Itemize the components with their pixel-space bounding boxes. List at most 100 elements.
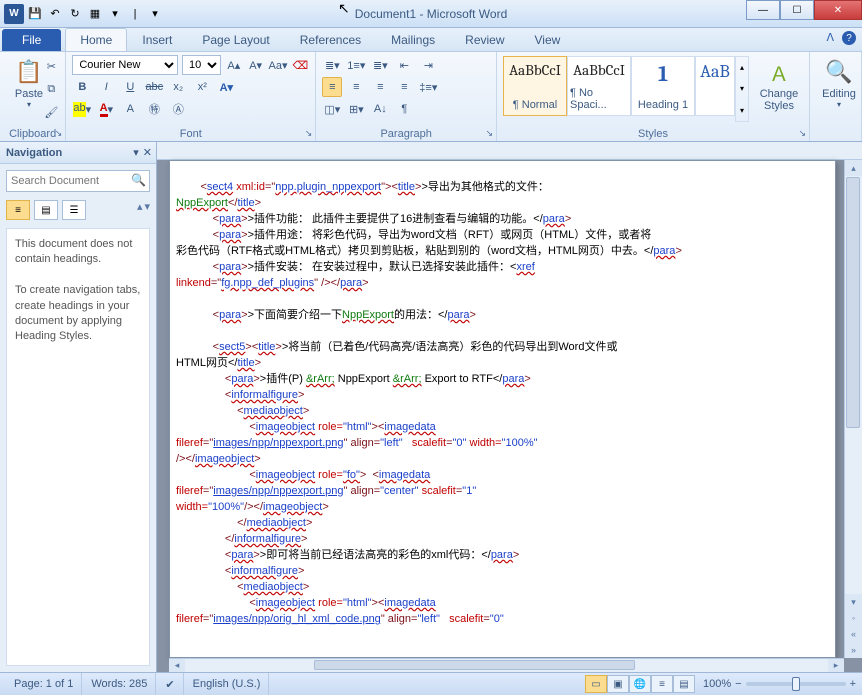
highlight-color-icon[interactable]: ab▾ bbox=[72, 99, 92, 119]
change-case-icon[interactable]: Aa▾ bbox=[269, 55, 288, 75]
numbering-icon[interactable]: 1≡▾ bbox=[346, 55, 366, 75]
tab-page-layout[interactable]: Page Layout bbox=[187, 28, 284, 51]
status-language[interactable]: English (U.S.) bbox=[185, 673, 270, 695]
clipboard-dialog-icon[interactable]: ↘ bbox=[55, 128, 63, 139]
style-heading-1[interactable]: 1Heading 1 bbox=[631, 56, 695, 116]
enclose-characters-icon[interactable]: ㊕ bbox=[144, 99, 164, 119]
shrink-font-icon[interactable]: A▾ bbox=[247, 55, 265, 75]
document-page[interactable]: <sect4 xml:id="npp.plugin_nppexport"><ti… bbox=[169, 160, 836, 658]
view-outline[interactable]: ≡ bbox=[651, 675, 673, 693]
document-content[interactable]: <sect4 xml:id="npp.plugin_nppexport"><ti… bbox=[170, 161, 835, 633]
browse-object-icon[interactable]: ◦ bbox=[845, 610, 862, 626]
zoom-in-button[interactable]: + bbox=[850, 678, 856, 690]
status-proofing-icon[interactable]: ✔ bbox=[157, 673, 183, 695]
cut-icon[interactable]: ✂ bbox=[41, 56, 61, 76]
close-button[interactable]: ✕ bbox=[814, 0, 862, 20]
text-effects-icon[interactable]: A▾ bbox=[216, 77, 236, 97]
nav-close-icon[interactable]: ✕ bbox=[143, 146, 152, 159]
prev-page-icon[interactable]: « bbox=[845, 626, 862, 642]
view-print-layout[interactable]: ▭ bbox=[585, 675, 607, 693]
styles-dialog-icon[interactable]: ↘ bbox=[798, 128, 806, 139]
font-name-combo[interactable]: Courier New bbox=[72, 55, 178, 75]
undo-icon[interactable]: ↶ bbox=[46, 5, 64, 23]
style-no-spacing[interactable]: AaBbCcI¶ No Spaci... bbox=[567, 56, 631, 116]
tab-mailings[interactable]: Mailings bbox=[376, 28, 450, 51]
zoom-knob[interactable] bbox=[792, 677, 800, 691]
tab-review[interactable]: Review bbox=[450, 28, 519, 51]
minimize-ribbon-icon[interactable]: ᐱ bbox=[826, 31, 834, 45]
tab-insert[interactable]: Insert bbox=[127, 28, 187, 51]
paste-dropdown-icon[interactable]: ▾ bbox=[27, 100, 31, 109]
align-right-button[interactable]: ≡ bbox=[370, 77, 390, 97]
strikethrough-button[interactable]: abc bbox=[144, 77, 164, 97]
horizontal-ruler[interactable] bbox=[157, 142, 862, 160]
redo-icon[interactable]: ↻ bbox=[66, 5, 84, 23]
bullets-icon[interactable]: ≣▾ bbox=[322, 55, 342, 75]
show-hide-marks-icon[interactable]: ¶ bbox=[394, 99, 414, 119]
styles-scroll-down-icon[interactable]: ▾ bbox=[736, 78, 748, 99]
qat-more-icon[interactable]: ▾ bbox=[106, 5, 124, 23]
tab-view[interactable]: View bbox=[520, 28, 576, 51]
format-painter-icon[interactable]: 🖌 bbox=[41, 102, 61, 122]
font-color-icon[interactable]: A▾ bbox=[96, 99, 116, 119]
style-normal[interactable]: AaBbCcI¶ Normal bbox=[503, 56, 567, 116]
nav-tab-results[interactable]: ☰ bbox=[62, 200, 86, 220]
grow-font-icon[interactable]: A▴ bbox=[225, 55, 243, 75]
status-page[interactable]: Page: 1 of 1 bbox=[6, 673, 82, 695]
vertical-scrollbar[interactable]: ▴ ▾ ◦ « » bbox=[844, 160, 862, 658]
sort-icon[interactable]: A↓ bbox=[370, 99, 390, 119]
styles-gallery[interactable]: AaBbCcI¶ Normal AaBbCcI¶ No Spaci... 1He… bbox=[503, 56, 749, 122]
justify-button[interactable]: ≡ bbox=[394, 77, 414, 97]
borders-icon[interactable]: ⊞▾ bbox=[346, 99, 366, 119]
status-words[interactable]: Words: 285 bbox=[83, 673, 156, 695]
styles-more-icon[interactable]: ▾ bbox=[736, 100, 748, 121]
search-input[interactable] bbox=[6, 170, 150, 192]
font-size-combo[interactable]: 10 bbox=[182, 55, 221, 75]
nav-dropdown-icon[interactable]: ▾ bbox=[133, 146, 139, 159]
nav-prev-icon[interactable]: ▴ bbox=[137, 200, 143, 220]
help-icon[interactable]: ? bbox=[842, 31, 856, 45]
word-app-icon[interactable]: W bbox=[4, 4, 24, 24]
horizontal-scrollbar[interactable]: ◂ ▸ bbox=[169, 658, 844, 672]
zoom-level[interactable]: 100% bbox=[703, 678, 731, 690]
nav-next-icon[interactable]: ▾ bbox=[144, 200, 150, 220]
nav-tab-pages[interactable]: ▤ bbox=[34, 200, 58, 220]
tab-file[interactable]: File bbox=[2, 29, 61, 51]
save-icon[interactable]: 💾 bbox=[26, 5, 44, 23]
table-icon[interactable]: ▦ bbox=[86, 5, 104, 23]
italic-button[interactable]: I bbox=[96, 77, 116, 97]
change-styles-button[interactable]: Ａ Change Styles bbox=[755, 54, 803, 122]
multilevel-list-icon[interactable]: ≣▾ bbox=[370, 55, 390, 75]
align-center-button[interactable]: ≡ bbox=[346, 77, 366, 97]
minimize-button[interactable]: — bbox=[746, 0, 780, 20]
character-border-icon[interactable]: Ⓐ bbox=[168, 99, 188, 119]
bold-button[interactable]: B bbox=[72, 77, 92, 97]
decrease-indent-icon[interactable]: ⇤ bbox=[394, 55, 414, 75]
tab-references[interactable]: References bbox=[285, 28, 376, 51]
line-spacing-icon[interactable]: ‡≡▾ bbox=[418, 77, 438, 97]
scroll-up-icon[interactable]: ▴ bbox=[845, 160, 862, 176]
view-web-layout[interactable]: 🌐 bbox=[629, 675, 651, 693]
subscript-button[interactable]: x₂ bbox=[168, 77, 188, 97]
increase-indent-icon[interactable]: ⇥ bbox=[418, 55, 438, 75]
editing-button[interactable]: 🔍 Editing ▾ bbox=[816, 54, 862, 109]
vscroll-thumb[interactable] bbox=[846, 177, 860, 428]
zoom-slider[interactable] bbox=[746, 682, 846, 686]
style-more[interactable]: AaB bbox=[695, 56, 735, 116]
next-page-icon[interactable]: » bbox=[845, 642, 862, 658]
copy-icon[interactable]: ⧉ bbox=[41, 79, 61, 99]
view-full-screen[interactable]: ▣ bbox=[607, 675, 629, 693]
qat-dropdown-icon[interactable]: ▾ bbox=[146, 5, 164, 23]
underline-button[interactable]: U bbox=[120, 77, 140, 97]
search-icon[interactable]: 🔍 bbox=[131, 173, 146, 187]
scroll-left-icon[interactable]: ◂ bbox=[169, 659, 185, 672]
view-draft[interactable]: ▤ bbox=[673, 675, 695, 693]
font-dialog-icon[interactable]: ↘ bbox=[305, 128, 313, 139]
align-left-button[interactable]: ≡ bbox=[322, 77, 342, 97]
styles-scroll-up-icon[interactable]: ▴ bbox=[736, 57, 748, 78]
hscroll-thumb[interactable] bbox=[314, 660, 636, 670]
paragraph-dialog-icon[interactable]: ↘ bbox=[485, 128, 493, 139]
scroll-right-icon[interactable]: ▸ bbox=[828, 659, 844, 672]
tab-home[interactable]: Home bbox=[65, 28, 127, 51]
zoom-out-button[interactable]: − bbox=[735, 678, 741, 690]
